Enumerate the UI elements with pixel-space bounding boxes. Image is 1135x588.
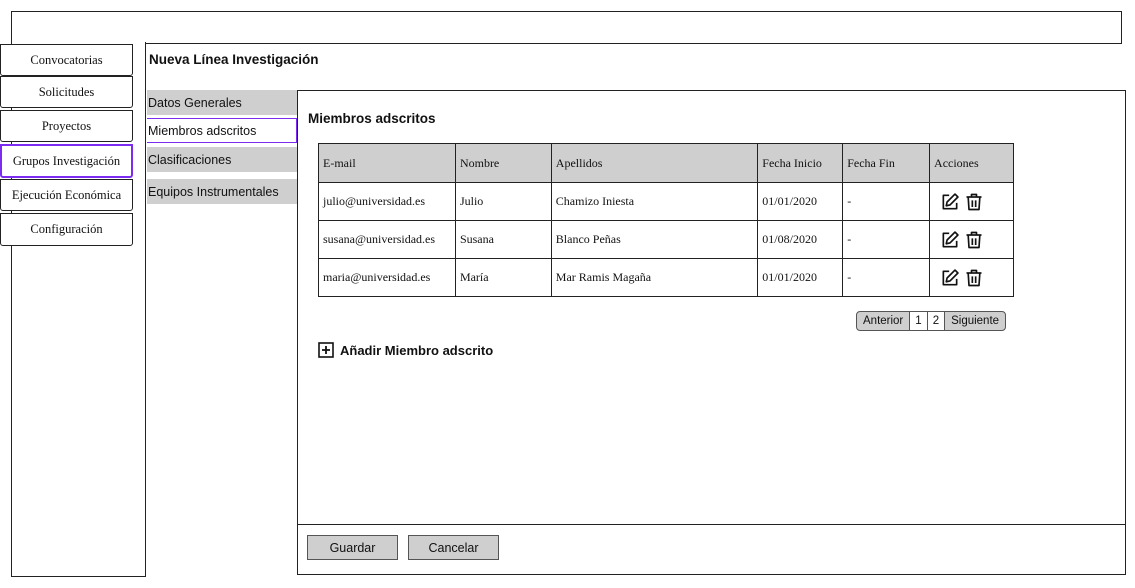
pagination: Anterior 1 2 Siguiente [856,311,1007,331]
cell-apellidos: Mar Ramis Magaña [550,258,759,297]
save-button[interactable]: Guardar [307,535,398,560]
cell-fecha-inicio: 01/01/2020 [757,182,844,221]
trash-icon[interactable] [964,192,984,212]
add-member-label: Añadir Miembro adscrito [340,342,494,358]
members-table: E-mail Nombre Apellidos Fecha Inicio Fec… [318,143,1014,297]
column-header-acciones: Acciones [929,143,1014,183]
sidebar-item-proyectos[interactable]: Proyectos [0,110,133,142]
cell-fecha-fin: - [842,220,931,259]
column-header-fecha-fin: Fecha Fin [842,143,931,183]
cell-apellidos: Chamizo Iniesta [550,182,759,221]
top-bar [11,11,1122,44]
sidebar-item-grupos-investigacion[interactable]: Grupos Investigación [0,144,133,178]
add-member-button[interactable]: Añadir Miembro adscrito [318,342,493,358]
pagination-page-2[interactable]: 2 [927,312,946,330]
sidebar-item-convocatorias[interactable]: Convocatorias [0,44,133,76]
cell-email: susana@universidad.es [318,220,456,259]
cancel-button[interactable]: Cancelar [408,535,499,560]
sidebar-item-ejecucion-economica[interactable]: Ejecución Económica [0,179,133,211]
table-row: maria@universidad.es María Mar Ramis Mag… [318,258,1014,297]
edit-icon[interactable] [940,230,960,250]
column-header-fecha-inicio: Fecha Inicio [757,143,844,183]
plus-square-icon [318,342,334,358]
cell-fecha-fin: - [842,182,931,221]
column-header-email: E-mail [318,143,456,183]
cell-acciones [929,182,1014,221]
tab-miembros-adscritos[interactable]: Miembros adscritos [147,118,297,143]
sidebar-item-solicitudes[interactable]: Solicitudes [0,76,133,108]
page-title: Nueva Línea Investigación [149,52,319,67]
cell-fecha-fin: - [842,258,931,297]
cell-nombre: Susana [454,220,552,259]
cell-fecha-inicio: 01/08/2020 [757,220,844,259]
edit-icon[interactable] [940,192,960,212]
pagination-next-button[interactable]: Siguiente [945,312,1005,330]
pagination-page-1[interactable]: 1 [910,312,928,330]
section-title: Miembros adscritos [308,111,436,126]
trash-icon[interactable] [964,230,984,250]
cell-acciones [929,258,1014,297]
trash-icon[interactable] [964,268,984,288]
edit-icon[interactable] [940,268,960,288]
sidebar-item-configuracion[interactable]: Configuración [0,213,133,246]
table-row: susana@universidad.es Susana Blanco Peña… [318,220,1014,259]
tab-equipos-instrumentales[interactable]: Equipos Instrumentales [147,179,297,204]
tab-clasificaciones[interactable]: Clasificaciones [147,147,297,172]
cell-email: maria@universidad.es [318,258,456,297]
pagination-prev-button[interactable]: Anterior [857,312,911,330]
tab-datos-generales[interactable]: Datos Generales [147,90,297,115]
column-header-nombre: Nombre [454,143,552,183]
cell-email: julio@universidad.es [318,182,456,221]
table-header-row: E-mail Nombre Apellidos Fecha Inicio Fec… [318,143,1014,183]
column-header-apellidos: Apellidos [550,143,759,183]
cell-acciones [929,220,1014,259]
cell-nombre: Julio [454,182,552,221]
cell-nombre: María [454,258,552,297]
cell-fecha-inicio: 01/01/2020 [757,258,844,297]
cell-apellidos: Blanco Peñas [550,220,759,259]
table-row: julio@universidad.es Julio Chamizo Inies… [318,182,1014,221]
